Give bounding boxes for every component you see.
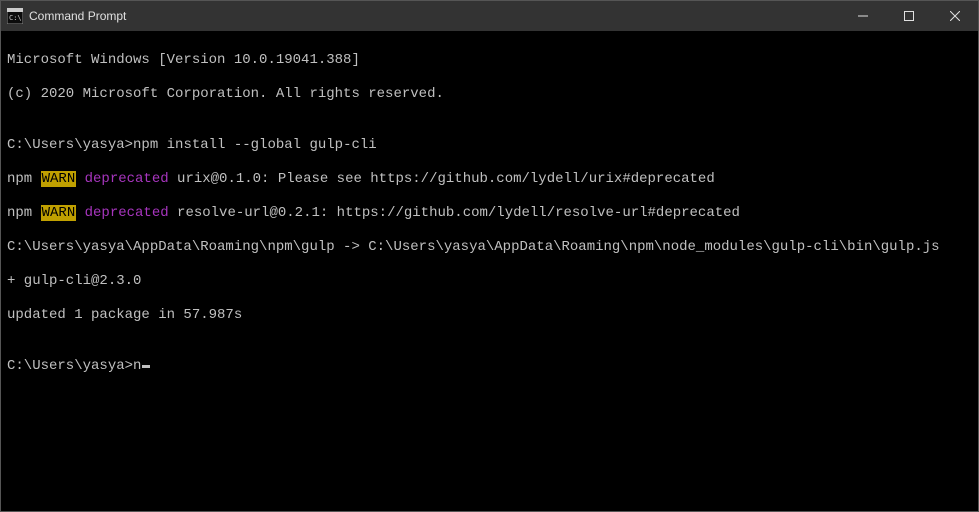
output-line: updated 1 package in 57.987s	[7, 307, 972, 324]
npm-prefix: npm	[7, 171, 41, 187]
terminal-area[interactable]: Microsoft Windows [Version 10.0.19041.38…	[1, 31, 978, 511]
window-title: Command Prompt	[29, 9, 126, 23]
prompt-text: C:\Users\yasya>	[7, 137, 133, 153]
npm-warn-line: npm WARN deprecated resolve-url@0.2.1: h…	[7, 205, 972, 222]
warn-badge: WARN	[41, 205, 77, 221]
command-text: npm install --global gulp-cli	[133, 137, 377, 153]
warn-message: resolve-url@0.2.1: https://github.com/ly…	[169, 205, 740, 221]
npm-warn-line: npm WARN deprecated urix@0.1.0: Please s…	[7, 171, 972, 188]
prompt-text: C:\Users\yasya>	[7, 358, 133, 375]
svg-text:C:\: C:\	[9, 14, 22, 22]
minimize-button[interactable]	[840, 1, 886, 31]
current-prompt-line: C:\Users\yasya>n	[7, 358, 972, 375]
warn-message: urix@0.1.0: Please see https://github.co…	[169, 171, 715, 187]
maximize-button[interactable]	[886, 1, 932, 31]
close-button[interactable]	[932, 1, 978, 31]
output-line: C:\Users\yasya\AppData\Roaming\npm\gulp …	[7, 239, 972, 256]
output-line: + gulp-cli@2.3.0	[7, 273, 972, 290]
cursor-icon	[142, 365, 150, 368]
output-line: (c) 2020 Microsoft Corporation. All righ…	[7, 86, 972, 103]
deprecated-label: deprecated	[85, 171, 169, 187]
window-titlebar: C:\ Command Prompt	[1, 1, 978, 31]
command-line: C:\Users\yasya>npm install --global gulp…	[7, 137, 972, 154]
typed-input: n	[133, 358, 141, 375]
npm-prefix: npm	[7, 205, 41, 221]
deprecated-label: deprecated	[85, 205, 169, 221]
warn-badge: WARN	[41, 171, 77, 187]
output-line: Microsoft Windows [Version 10.0.19041.38…	[7, 52, 972, 69]
command-prompt-icon: C:\	[7, 8, 23, 24]
